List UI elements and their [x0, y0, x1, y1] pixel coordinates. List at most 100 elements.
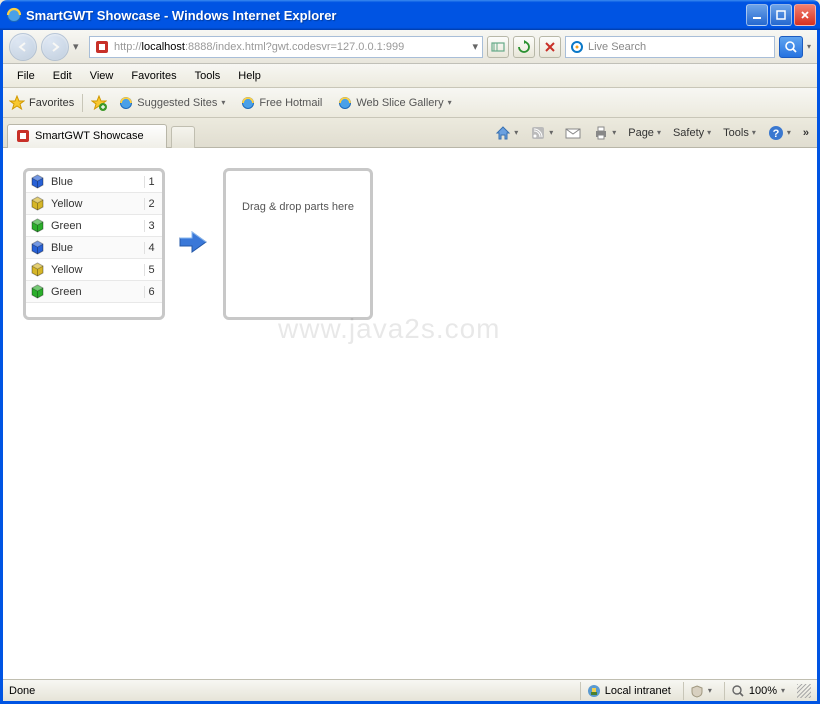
divider: [82, 94, 83, 112]
overflow-chevron[interactable]: »: [799, 127, 813, 139]
address-dropdown-icon[interactable]: ▾: [472, 40, 478, 53]
refresh-button[interactable]: [513, 36, 535, 58]
ie-small-icon: [338, 96, 352, 110]
suggested-sites-link[interactable]: Suggested Sites ▾: [115, 94, 229, 112]
menu-help[interactable]: Help: [230, 67, 269, 85]
window-titlebar: SmartGWT Showcase - Windows Internet Exp…: [0, 0, 820, 30]
cube-icon: [30, 174, 45, 189]
safety-menu[interactable]: Safety▾: [669, 125, 715, 141]
tab-title: SmartGWT Showcase: [35, 130, 144, 142]
ie-icon: [6, 7, 22, 23]
compat-view-button[interactable]: [487, 36, 509, 58]
forward-button[interactable]: [41, 33, 69, 61]
protected-mode[interactable]: ▾: [683, 682, 718, 700]
tools-menu[interactable]: Tools▾: [719, 125, 760, 141]
resize-grip[interactable]: [797, 684, 811, 698]
tab-command-bar: SmartGWT Showcase ▾ ▾ ▾ Page▾ Safety▾ To…: [3, 118, 817, 148]
cube-icon: [30, 196, 45, 211]
free-hotmail-link[interactable]: Free Hotmail: [237, 94, 326, 112]
tools-label: Tools: [723, 127, 749, 139]
cube-icon: [30, 284, 45, 299]
menu-favorites[interactable]: Favorites: [123, 67, 184, 85]
menu-view[interactable]: View: [82, 67, 122, 85]
tab-icon: [16, 129, 30, 143]
svg-text:?: ?: [772, 128, 779, 140]
ie-small-icon: [241, 96, 255, 110]
dropdown-icon: ▾: [221, 98, 225, 107]
menu-file[interactable]: File: [9, 67, 43, 85]
list-item[interactable]: Blue1: [26, 171, 162, 193]
web-slice-link[interactable]: Web Slice Gallery ▾: [334, 94, 455, 112]
print-button[interactable]: ▾: [589, 123, 620, 143]
cube-icon: [30, 240, 45, 255]
back-button[interactable]: [9, 33, 37, 61]
row-label: Yellow: [51, 264, 144, 276]
list-item[interactable]: Yellow5: [26, 259, 162, 281]
row-number: 2: [144, 198, 158, 210]
zoom-icon: [731, 684, 745, 698]
row-label: Blue: [51, 176, 144, 188]
status-bar: Done Local intranet ▾ 100% ▾: [3, 679, 817, 701]
help-button[interactable]: ? ▾: [764, 123, 795, 143]
web-slice-label: Web Slice Gallery: [356, 97, 443, 109]
address-text[interactable]: http://localhost:8888/index.html?gwt.cod…: [114, 41, 468, 53]
add-favorite-icon[interactable]: [91, 95, 107, 111]
search-placeholder: Live Search: [588, 41, 770, 53]
menu-tools[interactable]: Tools: [187, 67, 229, 85]
favorites-label: Favorites: [29, 97, 74, 109]
arrow-right-icon: [178, 228, 208, 256]
drop-zone[interactable]: Drag & drop parts here: [223, 168, 373, 320]
cube-icon: [30, 262, 45, 277]
star-icon: [9, 95, 25, 111]
parts-list[interactable]: Blue1Yellow2Green3Blue4Yellow5Green6: [23, 168, 165, 320]
favorites-button[interactable]: Favorites: [9, 95, 74, 111]
list-item[interactable]: Green3: [26, 215, 162, 237]
cube-icon: [30, 218, 45, 233]
ie-small-icon: [119, 96, 133, 110]
page-menu[interactable]: Page▾: [624, 125, 665, 141]
dropdown-icon: ▾: [448, 98, 452, 107]
favorites-bar: Favorites Suggested Sites ▾ Free Hotmail…: [3, 88, 817, 118]
zoom-value: 100%: [749, 685, 777, 697]
row-number: 1: [144, 176, 158, 188]
list-item[interactable]: Yellow2: [26, 193, 162, 215]
row-number: 4: [144, 242, 158, 254]
list-item[interactable]: Green6: [26, 281, 162, 303]
row-label: Green: [51, 220, 144, 232]
feeds-button[interactable]: ▾: [526, 123, 557, 143]
row-number: 5: [144, 264, 158, 276]
search-button[interactable]: [779, 36, 803, 58]
new-tab-button[interactable]: [171, 126, 195, 148]
list-item[interactable]: Blue4: [26, 237, 162, 259]
page-label: Page: [628, 127, 654, 139]
address-bar[interactable]: http://localhost:8888/index.html?gwt.cod…: [89, 36, 483, 58]
watermark: www.java2s.com: [278, 313, 501, 345]
safety-label: Safety: [673, 127, 704, 139]
security-zone[interactable]: Local intranet: [580, 682, 677, 700]
row-label: Blue: [51, 242, 144, 254]
minimize-button[interactable]: [746, 4, 768, 26]
home-button[interactable]: ▾: [491, 123, 522, 143]
page-icon: [94, 39, 110, 55]
zone-label: Local intranet: [605, 685, 671, 697]
nav-history-dropdown[interactable]: ▾: [73, 40, 85, 53]
free-hotmail-label: Free Hotmail: [259, 97, 322, 109]
search-box[interactable]: Live Search: [565, 36, 775, 58]
bing-icon: [570, 40, 584, 54]
window-title: SmartGWT Showcase - Windows Internet Exp…: [26, 8, 746, 23]
row-number: 6: [144, 286, 158, 298]
read-mail-button[interactable]: [561, 124, 585, 142]
menu-edit[interactable]: Edit: [45, 67, 80, 85]
search-dropdown[interactable]: ▾: [807, 42, 811, 51]
suggested-sites-label: Suggested Sites: [137, 97, 217, 109]
row-number: 3: [144, 220, 158, 232]
status-text: Done: [9, 685, 35, 697]
close-button[interactable]: [794, 4, 816, 26]
zoom-control[interactable]: 100% ▾: [724, 682, 791, 700]
drop-zone-text: Drag & drop parts here: [242, 201, 354, 213]
navigation-toolbar: ▾ http://localhost:8888/index.html?gwt.c…: [3, 30, 817, 64]
browser-tab[interactable]: SmartGWT Showcase: [7, 124, 167, 148]
maximize-button[interactable]: [770, 4, 792, 26]
stop-button[interactable]: [539, 36, 561, 58]
row-label: Green: [51, 286, 144, 298]
